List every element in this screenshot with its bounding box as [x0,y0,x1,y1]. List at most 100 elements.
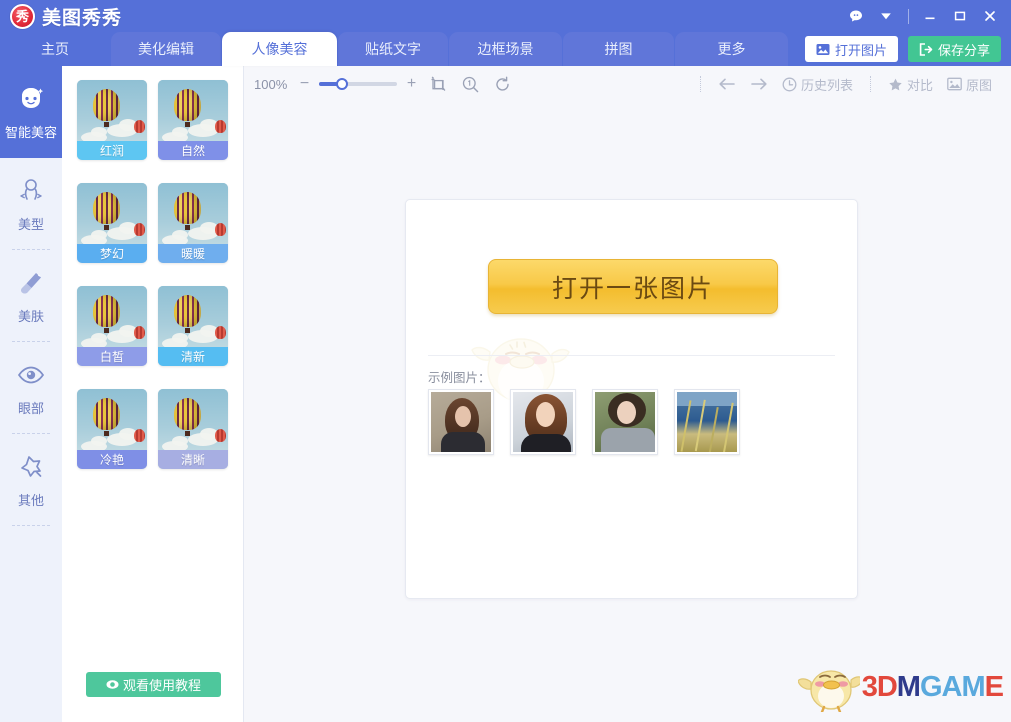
open-one-image-label: 打开一张图片 [551,274,714,303]
app-logo: 秀 美图秀秀 [10,3,122,30]
title-bar: 秀 美图秀秀 [0,0,1011,32]
arrow-left-icon [719,78,735,90]
sparkle-star-icon [16,452,46,482]
tab-label: 主页 [41,41,69,57]
editor-toolbar: 100% − + 历史列表 对比 原图 [244,66,1011,102]
tab-label: 边框场景 [477,41,534,57]
sidebar-item-other[interactable]: 其他 [0,434,62,526]
watch-tutorial-button[interactable]: 观看使用教程 [86,672,221,697]
app-window: 秀 美图秀秀 主页 美化编辑 人像美容 贴纸文字 边框场景 拼图 更多 打开图片… [0,0,1011,722]
face-beauty-icon [16,84,46,114]
export-icon [919,42,933,56]
eye-icon [16,360,46,390]
tab-collage[interactable]: 拼图 [563,32,674,66]
compare-button[interactable]: 对比 [881,72,940,96]
sample-images-list [428,389,740,455]
watch-tutorial-label: 观看使用教程 [122,678,201,693]
redo-button[interactable] [743,72,775,96]
sample-landscape-4[interactable] [674,389,740,455]
preset-label: 清晰 [158,450,228,469]
compare-label: 对比 [906,77,933,93]
eye-play-icon [106,680,119,689]
sample-images-label: 示例图片： [428,371,491,385]
chat-bubble-icon[interactable] [841,0,871,32]
sidebar-item-label: 美型 [17,216,44,232]
preset-panel: 红润 自然梦幻 暖暖白皙 清新冷艳 清晰 观看使用教程 [62,66,244,722]
site-watermark: 3DMGAME [797,662,1004,712]
open-image-button[interactable]: 打开图片 [804,36,898,62]
tab-more[interactable]: 更多 [675,32,788,66]
save-share-button[interactable]: 保存分享 [907,36,1001,62]
editor-canvas: 打开一张图片 示例图片： [244,102,1011,722]
sidebar-rail: 智能美容 美型 美肤 眼部 其他 [0,66,62,722]
preset-item[interactable]: 白皙 [77,286,147,366]
preset-label: 梦幻 [77,244,147,263]
zoom-slider-handle[interactable] [336,78,348,90]
crop-icon[interactable] [426,72,450,96]
sidebar-item-label: 美肤 [17,308,44,324]
tab-sticker-text[interactable]: 贴纸文字 [338,32,448,66]
minus-icon[interactable]: − [298,75,311,93]
tab-beautify-edit[interactable]: 美化编辑 [111,32,221,66]
sidebar-item-label: 智能美容 [4,124,57,140]
plus-icon[interactable]: + [405,75,418,93]
window-controls [841,0,1011,32]
preset-item[interactable]: 红润 [77,80,147,160]
history-list-label: 历史列表 [800,77,853,93]
sidebar-item-eyes[interactable]: 眼部 [0,342,62,434]
maximize-icon[interactable] [945,0,975,32]
logo-badge-icon: 秀 [10,4,35,29]
card-divider [428,355,835,356]
toolbar-divider [699,76,701,92]
preset-item[interactable]: 清晰 [158,389,228,469]
preset-item[interactable]: 暖暖 [158,183,228,263]
preset-grid: 红润 自然梦幻 暖暖白皙 清新冷艳 清晰 [62,66,243,469]
tab-home[interactable]: 主页 [0,32,110,66]
sidebar-item-label: 其他 [17,492,44,508]
preset-label: 冷艳 [77,450,147,469]
sidebar-item-skin[interactable]: 美肤 [0,250,62,342]
preset-item[interactable]: 自然 [158,80,228,160]
arrow-right-icon [751,78,767,90]
picture-icon [947,77,962,91]
tab-list: 主页 美化编辑 人像美容 贴纸文字 边框场景 拼图 更多 [0,32,788,66]
preset-item[interactable]: 梦幻 [77,183,147,263]
tab-label: 拼图 [604,41,633,57]
tab-label: 人像美容 [251,41,308,57]
magnifier-one-icon[interactable] [458,72,482,96]
sidebar-item-label: 眼部 [17,400,44,416]
image-icon [816,43,830,55]
preset-item[interactable]: 清新 [158,286,228,366]
preset-label: 清新 [158,347,228,366]
preset-label: 白皙 [77,347,147,366]
original-image-label: 原图 [965,77,992,93]
save-share-label: 保存分享 [937,42,990,58]
zoom-controls: 100% − + [254,75,418,93]
tab-portrait-beauty[interactable]: 人像美容 [222,32,337,66]
sidebar-item-smart-beauty[interactable]: 智能美容 [0,66,62,158]
undo-button[interactable] [711,72,743,96]
preset-label: 红润 [77,141,147,160]
close-icon[interactable] [975,0,1005,32]
open-one-image-button[interactable]: 打开一张图片 [488,259,778,314]
toolbar-right-group: 历史列表 对比 原图 [690,72,1011,96]
sample-portrait-2[interactable] [510,389,576,455]
zoom-slider[interactable] [319,78,397,90]
rotate-refresh-icon[interactable] [490,72,514,96]
tab-frame-scene[interactable]: 边框场景 [449,32,562,66]
preset-item[interactable]: 冷艳 [77,389,147,469]
header-action-buttons: 打开图片 保存分享 [804,36,1001,62]
sidebar-item-body-shape[interactable]: 美型 [0,158,62,250]
clock-icon [782,77,797,91]
tab-label: 贴纸文字 [365,41,421,57]
history-list-button[interactable]: 历史列表 [775,72,860,96]
minimize-icon[interactable] [915,0,945,32]
app-title: 美图秀秀 [42,8,123,29]
image-drop-card[interactable]: 打开一张图片 示例图片： [405,199,858,599]
sample-portrait-1[interactable] [428,389,494,455]
sample-portrait-3[interactable] [592,389,658,455]
body-shape-icon [16,176,46,206]
chevron-down-icon[interactable] [871,0,901,32]
original-image-button[interactable]: 原图 [940,72,999,96]
tab-label: 美化编辑 [138,41,194,57]
